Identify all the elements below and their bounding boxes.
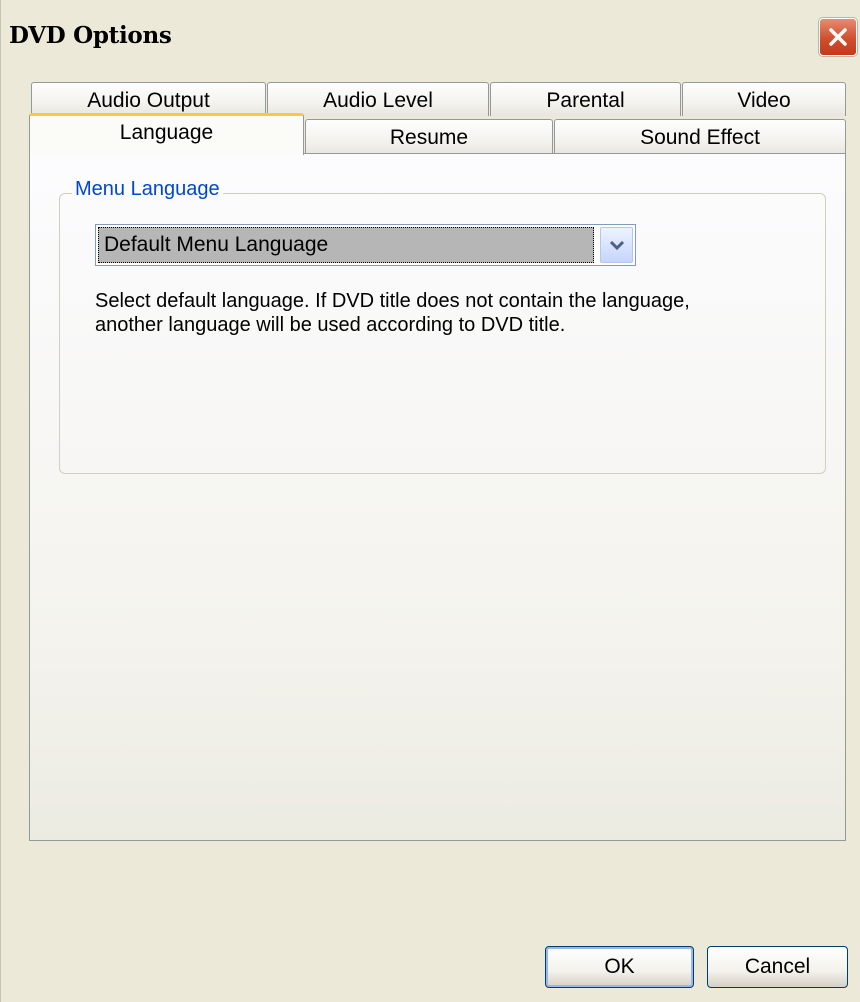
description-line: another language will be used according … — [95, 314, 566, 336]
cancel-button[interactable]: Cancel — [707, 946, 848, 988]
menu-language-select[interactable]: Default Menu Language — [95, 224, 636, 266]
dropdown-button[interactable] — [600, 227, 633, 263]
group-label: Menu Language — [72, 178, 223, 201]
menu-language-group: Menu Language Default Menu Language Sele… — [59, 178, 826, 474]
close-button[interactable] — [819, 18, 857, 56]
tab-video[interactable]: Video — [682, 82, 846, 116]
window-title: DVD Options — [9, 22, 172, 49]
description-line: Select default language. If DVD title do… — [95, 290, 690, 312]
tab-panel-language: Menu Language Default Menu Language Sele… — [29, 153, 846, 841]
title-bar[interactable]: DVD Options — [1, 0, 860, 70]
select-value: Default Menu Language — [98, 227, 594, 263]
tab-sound-effect[interactable]: Sound Effect — [554, 119, 846, 154]
close-icon — [829, 28, 847, 46]
tab-parental[interactable]: Parental — [490, 82, 681, 116]
tab-audio-output[interactable]: Audio Output — [31, 82, 266, 116]
description-text: Select default language. If DVD title do… — [95, 289, 795, 337]
chevron-down-icon — [609, 240, 625, 251]
tab-language[interactable]: Language — [29, 113, 304, 155]
dvd-options-dialog: DVD Options Audio Output Audio Level Par… — [0, 0, 860, 1002]
ok-button[interactable]: OK — [545, 946, 694, 988]
tab-audio-level[interactable]: Audio Level — [267, 82, 489, 116]
tab-resume[interactable]: Resume — [305, 119, 553, 154]
